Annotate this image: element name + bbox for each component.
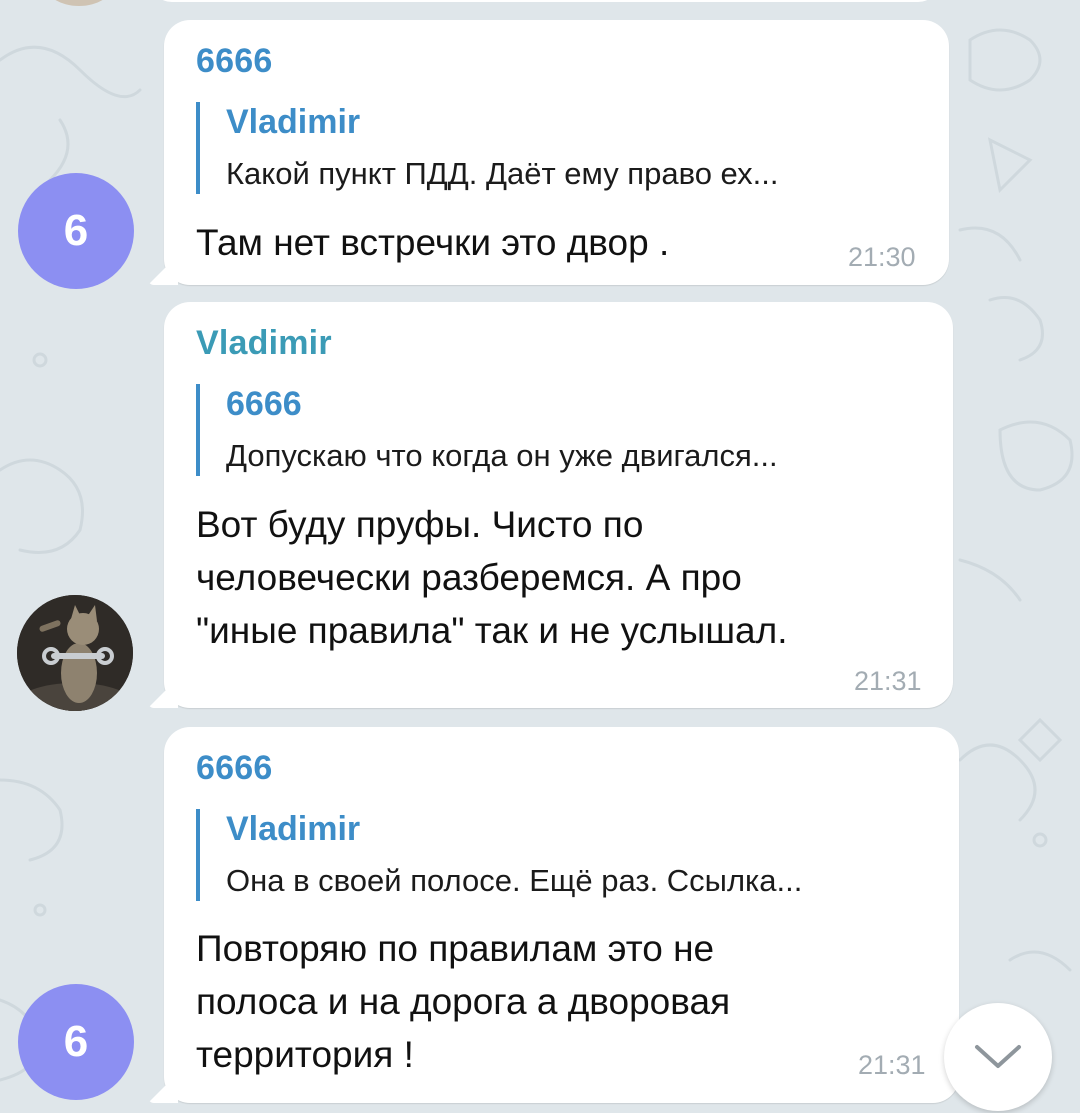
avatar[interactable]: 6 — [18, 984, 134, 1100]
sender-name[interactable]: 6666 — [196, 749, 272, 788]
message-line: Там нет встречки это двор . — [196, 222, 670, 263]
bubble-tail — [148, 255, 178, 285]
bubble-tail — [148, 678, 178, 708]
reply-author: Vladimir — [226, 810, 361, 848]
reply-text: Она в своей полосе. Ещё раз. Ссылка... — [226, 863, 803, 898]
reply-quote[interactable]: Vladimir Она в своей полосе. Ещё раз. Сс… — [196, 809, 802, 901]
reply-quote[interactable]: 6666 Допускаю что когда он уже двигался.… — [196, 384, 778, 476]
avatar-letter: 6 — [63, 206, 89, 255]
reply-text: Какой пункт ПДД. Даёт ему право ех... — [226, 156, 779, 191]
avatar-letter: 6 — [63, 1017, 89, 1066]
avatar[interactable]: 6 — [18, 173, 134, 289]
message-bubble[interactable]: Vladimir 6666 Допускаю что когда он уже … — [164, 302, 953, 708]
message-line: территория ! — [196, 1034, 414, 1075]
message-time: 21:31 — [854, 666, 922, 696]
message-line: "иные правила" так и не услышал. — [196, 610, 788, 651]
message-time: 21:30 — [848, 242, 916, 272]
message-bubble[interactable]: 6666 Vladimir Какой пункт ПДД. Даёт ему … — [164, 20, 949, 285]
message-bubble[interactable]: 6666 Vladimir Она в своей полосе. Ещё ра… — [164, 727, 959, 1103]
scroll-to-bottom-button[interactable] — [944, 1003, 1052, 1111]
message-text: Там нет встречки это двор . — [196, 216, 669, 269]
bubble-tail — [148, 1073, 178, 1103]
message-line: Вот буду пруфы. Чисто по — [196, 504, 644, 545]
avatar[interactable] — [17, 595, 133, 711]
reply-author: Vladimir — [226, 103, 361, 141]
reply-text: Допускаю что когда он уже двигался... — [226, 438, 778, 473]
sender-name[interactable]: 6666 — [196, 42, 272, 81]
message-line: полоса и на дорога а дворовая — [196, 981, 731, 1022]
previous-message-bubble-edge — [150, 0, 940, 2]
message-line: Повторяю по правилам это не — [196, 928, 715, 969]
message-time: 21:31 — [858, 1050, 926, 1080]
message-text: Повторяю по правилам это не полоса и на … — [196, 922, 730, 1081]
reply-author: 6666 — [226, 385, 302, 423]
reply-quote[interactable]: Vladimir Какой пункт ПДД. Даёт ему право… — [196, 102, 778, 194]
sender-name[interactable]: Vladimir — [196, 324, 332, 363]
cat-with-wrench-avatar — [17, 595, 133, 711]
message-text: Вот буду пруфы. Чисто по человечески раз… — [196, 498, 788, 657]
chevron-down-icon — [975, 1045, 1021, 1068]
message-line: человечески разберемся. А про — [196, 557, 742, 598]
